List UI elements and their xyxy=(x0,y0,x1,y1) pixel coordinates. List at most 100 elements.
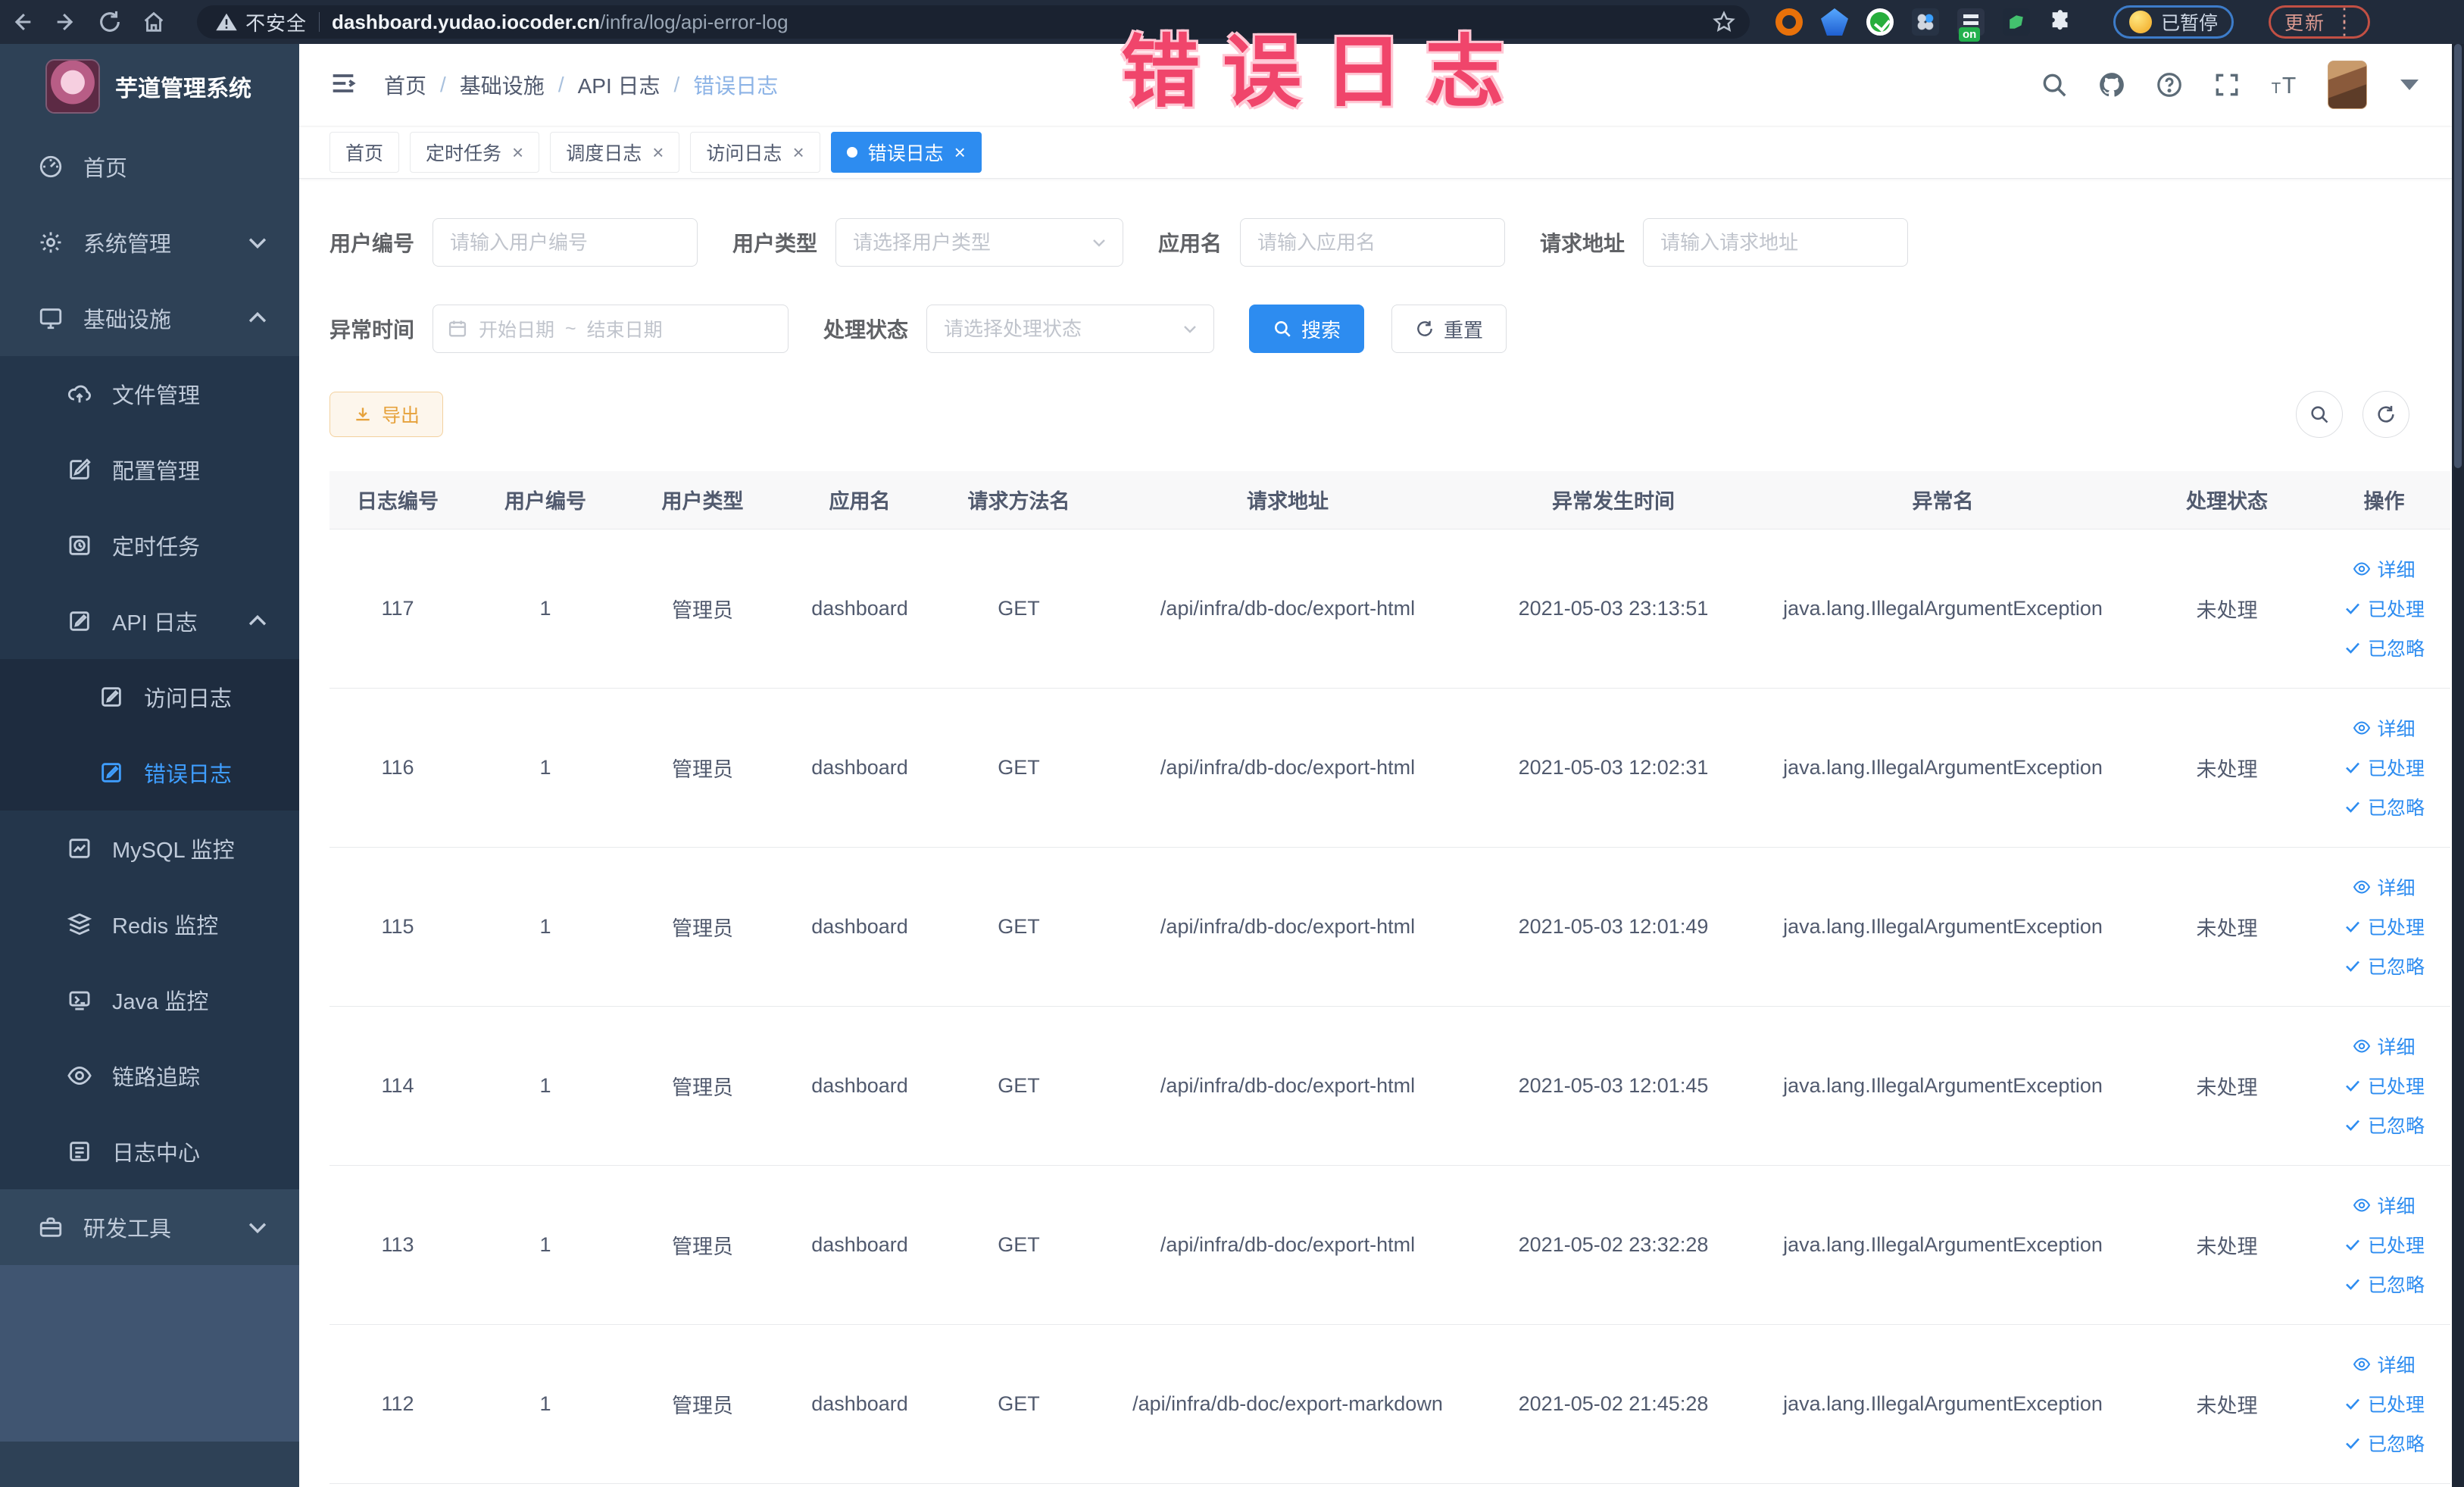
bookmark-star-icon[interactable] xyxy=(1712,10,1736,34)
detail-link[interactable]: 详细 xyxy=(2353,714,2416,742)
breadcrumb-api-log[interactable]: API 日志 xyxy=(578,70,661,100)
mark-ignored-link[interactable]: 已忽略 xyxy=(2344,1429,2425,1457)
mark-ignored-link[interactable]: 已忽略 xyxy=(2344,1270,2425,1298)
mark-ignored-link[interactable]: 已忽略 xyxy=(2344,952,2425,979)
cell-status: 未处理 xyxy=(2136,1165,2318,1325)
cell-exception-name: java.lang.IllegalArgumentException xyxy=(1750,529,2136,689)
extension-icon-leaf[interactable] xyxy=(2003,8,2030,36)
mark-processed-link[interactable]: 已处理 xyxy=(2344,1390,2425,1417)
export-button[interactable]: 导出 xyxy=(329,392,444,437)
detail-link[interactable]: 详细 xyxy=(2353,1351,2416,1378)
browser-home-button[interactable] xyxy=(132,0,176,44)
detail-link[interactable]: 详细 xyxy=(2353,555,2416,583)
sidebar-item-java-monitor[interactable]: Java 监控 xyxy=(0,962,299,1038)
breadcrumb-home[interactable]: 首页 xyxy=(384,70,426,100)
mark-ignored-link[interactable]: 已忽略 xyxy=(2344,793,2425,820)
extensions-puzzle-icon[interactable] xyxy=(2048,9,2074,35)
sidebar-item-config-management[interactable]: 配置管理 xyxy=(0,432,299,508)
sidebar-item-dev-tools[interactable]: 研发工具 xyxy=(0,1189,299,1265)
user-menu-caret-icon[interactable] xyxy=(2400,80,2419,90)
browser-menu-kebab-icon[interactable]: ⋮ ⋮ xyxy=(2334,5,2354,37)
tab-close-icon[interactable]: × xyxy=(652,142,664,162)
cell-exception-time: 2021-05-02 21:45:28 xyxy=(1477,1324,1750,1484)
extensions-area: 已暂停 更新 ⋮⋮ xyxy=(1775,5,2371,42)
download-icon xyxy=(356,408,370,421)
mark-processed-link-label: 已处理 xyxy=(2367,1395,2425,1416)
refresh-table-button[interactable] xyxy=(2363,391,2409,438)
browser-back-button[interactable] xyxy=(0,0,44,44)
extension-icon-green-check[interactable] xyxy=(1866,8,1894,36)
mark-processed-link[interactable]: 已处理 xyxy=(2344,1072,2425,1099)
cell-user-type: 管理员 xyxy=(625,1324,780,1484)
extension-icon-orange[interactable] xyxy=(1775,8,1803,36)
detail-link[interactable]: 详细 xyxy=(2353,873,2416,901)
tab-close-icon[interactable]: × xyxy=(512,142,523,162)
cell-user-id: 1 xyxy=(466,1165,625,1325)
sidebar-collapse-button[interactable] xyxy=(328,68,358,102)
sidebar-item-home[interactable]: 首页 xyxy=(0,129,299,205)
tab-schedule-log[interactable]: 调度日志 × xyxy=(550,131,680,173)
mark-processed-link[interactable]: 已处理 xyxy=(2344,1231,2425,1258)
breadcrumb-infrastructure[interactable]: 基础设施 xyxy=(460,70,545,100)
cell-actions: 详细 已处理 已忽略 xyxy=(2318,1324,2450,1484)
user-id-input[interactable] xyxy=(433,218,698,267)
app-logo-row[interactable]: 芋道管理系统 xyxy=(0,44,299,129)
help-icon[interactable] xyxy=(2155,70,2184,99)
user-avatar[interactable] xyxy=(2328,61,2367,109)
github-icon[interactable] xyxy=(2097,70,2126,99)
browser-forward-button[interactable] xyxy=(44,0,88,44)
tab-close-icon[interactable]: × xyxy=(954,142,966,162)
sidebar-item-label: 基础设施 xyxy=(83,308,172,333)
window-scrollbar[interactable] xyxy=(2452,44,2464,1487)
toggle-search-button[interactable] xyxy=(2296,391,2343,438)
mark-ignored-link[interactable]: 已忽略 xyxy=(2344,634,2425,661)
cell-user-type: 管理员 xyxy=(625,529,780,689)
exception-time-range-picker[interactable]: 开始日期 ~ 结束日期 xyxy=(433,305,789,353)
sidebar-item-scheduled-tasks[interactable]: 定时任务 xyxy=(0,508,299,583)
sidebar-item-infrastructure[interactable]: 基础设施 xyxy=(0,280,299,356)
request-url-input[interactable] xyxy=(1643,218,1909,267)
detail-link[interactable]: 详细 xyxy=(2353,1032,2416,1060)
extension-icon-grid[interactable] xyxy=(1912,8,1939,36)
tab-home[interactable]: 首页 xyxy=(329,131,400,173)
sidebar-item-mysql-monitor[interactable]: MySQL 监控 xyxy=(0,811,299,886)
user-type-select[interactable] xyxy=(835,218,1124,267)
sidebar-item-api-log[interactable]: API 日志 xyxy=(0,583,299,659)
sidebar-item-label: API 日志 xyxy=(112,611,198,636)
sidebar-item-system-management[interactable]: 系统管理 xyxy=(0,205,299,280)
back-arrow-icon xyxy=(14,13,31,31)
sidebar-item-label: 链路追踪 xyxy=(112,1066,201,1090)
extension-icon-blue-shield[interactable] xyxy=(1821,8,1848,36)
reset-button[interactable]: 重置 xyxy=(1391,305,1507,353)
browser-update-button[interactable]: 更新 ⋮ ⋮ xyxy=(2269,5,2371,39)
cell-user-type: 管理员 xyxy=(625,688,780,848)
mark-processed-link[interactable]: 已处理 xyxy=(2344,754,2425,781)
cell-request-url: /api/infra/db-doc/export-html xyxy=(1098,847,1477,1007)
browser-reload-button[interactable] xyxy=(88,0,132,44)
tab-access-log[interactable]: 访问日志 × xyxy=(690,131,820,173)
sidebar-item-trace[interactable]: 链路追踪 xyxy=(0,1038,299,1114)
cell-method: GET xyxy=(939,1165,1098,1325)
sidebar-item-access-log[interactable]: 访问日志 xyxy=(0,659,299,735)
scrollbar-thumb[interactable] xyxy=(2454,44,2462,468)
sidebar-item-log-center[interactable]: 日志中心 xyxy=(0,1114,299,1189)
search-icon[interactable] xyxy=(2040,70,2069,99)
mark-ignored-link[interactable]: 已忽略 xyxy=(2344,1111,2425,1139)
search-button[interactable]: 搜索 xyxy=(1249,305,1365,353)
sidebar-item-error-log[interactable]: 错误日志 xyxy=(0,735,299,811)
mark-processed-link[interactable]: 已处理 xyxy=(2344,913,2425,940)
sidebar-item-file-management[interactable]: 文件管理 xyxy=(0,356,299,432)
font-size-icon[interactable]: TT xyxy=(2270,70,2299,99)
cell-user-type: 管理员 xyxy=(625,847,780,1007)
mark-processed-link[interactable]: 已处理 xyxy=(2344,595,2425,622)
process-status-select[interactable] xyxy=(926,305,1215,353)
sidebar-item-redis-monitor[interactable]: Redis 监控 xyxy=(0,886,299,962)
tab-error-log[interactable]: 错误日志 × xyxy=(830,131,982,173)
profile-paused-badge[interactable]: 已暂停 xyxy=(2113,5,2234,39)
fullscreen-icon[interactable] xyxy=(2213,70,2241,99)
app-name-input[interactable] xyxy=(1240,218,1506,267)
tab-scheduled-tasks[interactable]: 定时任务 × xyxy=(410,131,540,173)
tab-close-icon[interactable]: × xyxy=(792,142,804,162)
detail-link[interactable]: 详细 xyxy=(2353,1192,2416,1219)
extension-icon-switch-on[interactable] xyxy=(1957,8,1985,42)
